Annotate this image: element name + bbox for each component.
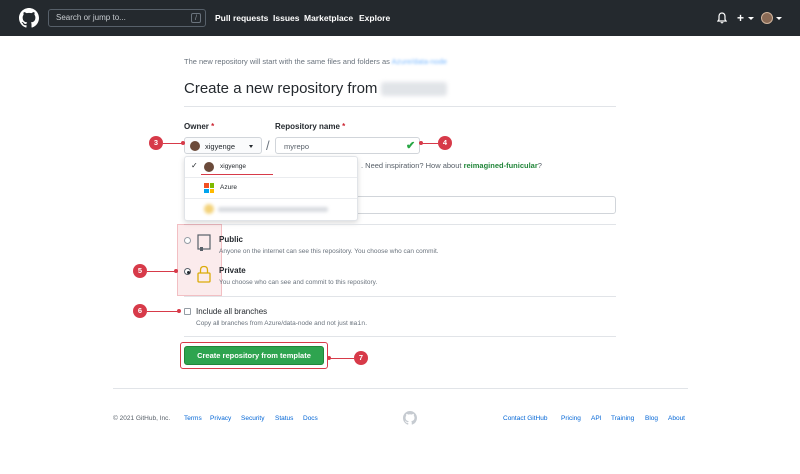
annotation-badge: 7 [354,351,368,365]
divider [184,224,616,225]
avatar [204,162,214,172]
create-repository-button[interactable]: Create repository from template [184,346,324,365]
chevron-down-icon [249,145,253,148]
repo-name-input[interactable]: myrepo ✔ [275,137,420,154]
search-placeholder: Search or jump to... [56,13,126,22]
chevron-down-icon [748,17,754,20]
footer-link-terms[interactable]: Terms [184,415,202,422]
divider [184,296,616,297]
footer-link-status[interactable]: Status [275,415,293,422]
divider [184,336,616,337]
public-desc: Anyone on the internet can see this repo… [219,248,439,255]
footer-link-security[interactable]: Security [241,415,264,422]
microsoft-logo-icon [204,183,214,193]
annotation-line [421,143,438,144]
redacted-label [218,207,328,212]
divider [184,106,616,107]
github-logo-icon[interactable] [19,8,39,28]
highlight-underline [201,174,273,175]
annotation-badge: 5 [133,264,147,278]
user-avatar[interactable] [761,12,773,24]
annotation-line [163,143,183,144]
description-input[interactable] [345,196,616,214]
lock-icon [197,265,211,283]
public-title: Public [219,235,244,244]
include-branches-checkbox[interactable] [184,308,191,315]
annotation-dot [177,309,181,313]
repo-name-value: myrepo [284,142,310,151]
owner-option-label: xigyenge [220,163,247,170]
owner-option-label: Azure [220,184,237,191]
footer-link-training[interactable]: Training [611,415,634,422]
page-title-text: Create a new repository from [184,80,378,97]
footer-link-api[interactable]: API [591,415,601,422]
annotation-dot [327,356,331,360]
annotation-line [329,358,354,359]
private-radio[interactable] [184,268,191,275]
owner-option-redacted[interactable] [185,199,357,220]
footer-link-privacy[interactable]: Privacy [210,415,231,422]
redacted-template-name [381,82,448,97]
annotation-badge: 4 [438,136,452,150]
avatar [190,141,200,151]
nav-explore[interactable]: Explore [359,13,390,23]
footer-link-pricing[interactable]: Pricing [561,415,581,422]
annotation-badge: 6 [133,304,147,318]
top-nav-bar: Search or jump to... / Pull requests Iss… [0,0,800,36]
repo-name-label: Repository name * [275,122,346,131]
annotation-badge: 3 [149,136,163,150]
include-branches-desc: Copy all branches from Azure/data-node a… [196,320,367,327]
name-hint: . Need inspiration? How about reimagined… [361,161,542,170]
footer-link-about[interactable]: About [668,415,685,422]
avatar [204,204,214,214]
footer-link-blog[interactable]: Blog [645,415,658,422]
suggestion-link[interactable]: reimagined-funicular [464,161,538,170]
create-new-icon[interactable]: + [737,11,744,25]
annotation-dot [174,269,178,273]
owner-selected: xigyenge [205,142,236,151]
owner-select[interactable]: xigyenge [184,137,262,154]
template-link[interactable]: Azure/data-node [392,57,447,66]
private-desc: You choose who can see and commit to thi… [219,279,378,286]
check-icon: ✓ [191,161,198,170]
github-logo-icon[interactable] [403,411,417,425]
footer-divider [113,388,688,389]
check-icon: ✔ [406,140,416,152]
owner-dropdown-menu: ✓ xigyenge Azure [184,156,358,221]
owner-label: Owner * [184,122,215,131]
private-title: Private [219,266,246,275]
nav-marketplace[interactable]: Marketplace [304,13,353,23]
search-input[interactable]: Search or jump to... / [48,9,206,27]
annotation-dot [419,141,423,145]
annotation-line [147,311,178,312]
annotation-line [147,271,175,272]
nav-pull-requests[interactable]: Pull requests [215,13,268,23]
repo-icon [197,234,211,251]
footer-link-docs[interactable]: Docs [303,415,318,422]
chevron-down-icon [776,17,782,20]
nav-issues[interactable]: Issues [273,13,299,23]
intro-text: The new repository will start with the s… [184,57,390,66]
footer-copyright: © 2021 GitHub, Inc. [113,415,171,422]
search-shortcut-key: / [191,13,201,23]
owner-option-user[interactable]: ✓ xigyenge [185,157,357,178]
page-title: Create a new repository from [184,80,448,97]
owner-option-org[interactable]: Azure [185,178,357,199]
include-branches-label[interactable]: Include all branches [196,307,267,316]
annotation-dot [181,141,185,145]
owner-repo-separator: / [266,138,270,153]
public-radio[interactable] [184,237,191,244]
template-intro: The new repository will start with the s… [184,57,447,66]
bell-icon[interactable] [717,12,727,24]
footer-link-contact[interactable]: Contact GitHub [503,415,547,422]
